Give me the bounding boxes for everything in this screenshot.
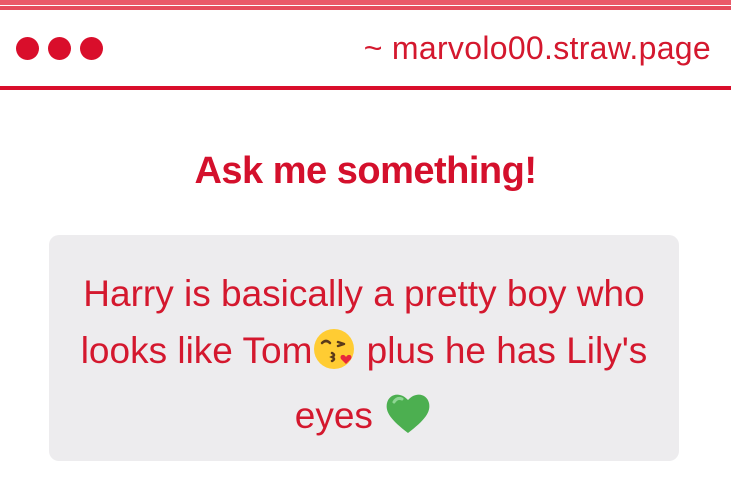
- window-dot-1[interactable]: [16, 36, 39, 60]
- window-dot-3[interactable]: [80, 36, 103, 60]
- green-heart-emoji-icon: [383, 390, 433, 452]
- question-text: Harry is basically a pretty boy who look…: [77, 265, 651, 452]
- page-heading: Ask me something!: [194, 150, 537, 192]
- window-titlebar: ~ marvolo00.straw.page: [0, 10, 731, 86]
- page-url: ~ marvolo00.straw.page: [363, 29, 711, 66]
- top-accent-stripe: [0, 0, 731, 10]
- window-controls: [16, 36, 103, 60]
- browser-window: ~ marvolo00.straw.page Ask me something!…: [0, 0, 731, 499]
- kiss-emoji-icon: [312, 327, 356, 387]
- titlebar-divider: [0, 86, 731, 90]
- question-card: Harry is basically a pretty boy who look…: [49, 235, 679, 461]
- window-dot-2[interactable]: [48, 36, 71, 60]
